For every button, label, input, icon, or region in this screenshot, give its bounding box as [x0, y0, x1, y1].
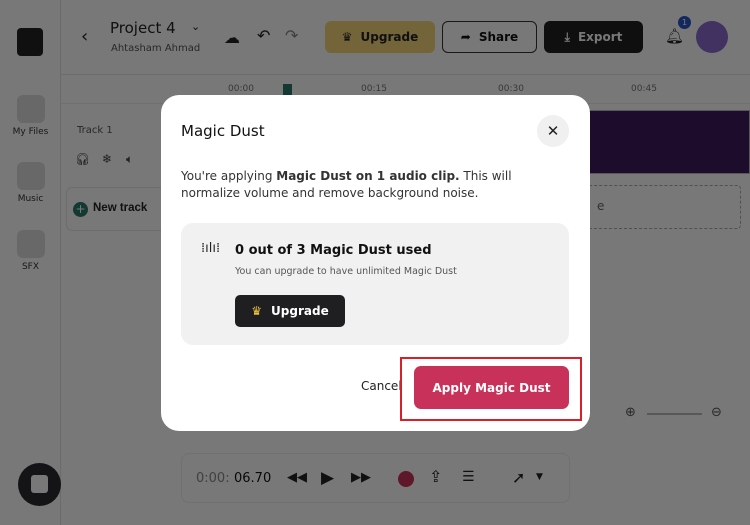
drop-zone-label: e: [597, 199, 605, 213]
owner-name: Ahtasham Ahmad: [111, 43, 201, 54]
chat-button[interactable]: [18, 463, 61, 506]
tick-label: 00:00: [228, 84, 254, 94]
undo-icon[interactable]: ↶: [257, 26, 270, 45]
sidebar-item-label: Music: [17, 194, 44, 204]
cloud-icon: ☁: [224, 28, 240, 47]
music-icon: [16, 162, 45, 190]
tick-label: 00:45: [631, 84, 657, 94]
app-logo[interactable]: [17, 28, 43, 56]
sidebar-item-label: SFX: [21, 262, 40, 272]
sidebar-item-label: My Files: [12, 127, 49, 137]
new-track-label: New track: [93, 202, 148, 214]
usage-title: 0 out of 3 Magic Dust used: [235, 243, 432, 258]
dialog-upgrade-button[interactable]: ♛ Upgrade: [235, 295, 345, 327]
upgrade-label: Upgrade: [271, 304, 329, 318]
sparkle-waveform-icon: ⁞ılı⁞: [201, 241, 221, 256]
chat-icon: [31, 475, 48, 493]
description-text: You're applying: [181, 169, 277, 183]
time-prefix: 0:00:: [196, 471, 230, 486]
zoom-in-icon[interactable]: ⊕: [625, 405, 636, 420]
share-button[interactable]: ➦ Share: [442, 21, 537, 53]
track-name: Track 1: [77, 125, 113, 136]
magic-dust-dialog: Magic Dust ✕ You're applying Magic Dust …: [161, 95, 590, 431]
apply-magic-dust-button[interactable]: Apply Magic Dust: [414, 366, 569, 409]
time-display: 06.70: [234, 471, 272, 486]
cursor-icon[interactable]: ➚: [512, 468, 525, 487]
rewind-icon[interactable]: ◀◀: [287, 470, 307, 485]
plus-icon: +: [73, 202, 88, 217]
zoom-slider[interactable]: [647, 413, 702, 415]
dialog-title: Magic Dust: [181, 122, 265, 140]
usage-subtitle: You can upgrade to have unlimited Magic …: [235, 266, 457, 277]
tick-label: 00:30: [498, 84, 524, 94]
sidebar: My Files Music SFX: [0, 0, 61, 525]
avatar[interactable]: [696, 21, 728, 53]
share-label: Share: [478, 30, 519, 44]
upgrade-label: Upgrade: [360, 30, 419, 44]
back-icon[interactable]: ‹: [81, 26, 88, 47]
snowflake-icon[interactable]: ❄: [102, 152, 112, 166]
caret-down-icon[interactable]: ▼: [536, 472, 543, 482]
crown-icon: ♛: [251, 304, 263, 318]
bell-icon[interactable]: 🔔︎: [665, 27, 684, 45]
project-title[interactable]: Project 4: [110, 19, 176, 37]
sidebar-item-sfx[interactable]: SFX: [0, 230, 61, 272]
close-icon: ✕: [546, 122, 560, 140]
sidebar-item-music[interactable]: Music: [0, 162, 61, 204]
mute-icon[interactable]: 🔈︎: [126, 152, 133, 167]
fast-forward-icon[interactable]: ▶▶: [351, 470, 371, 485]
description-bold: Magic Dust on 1 audio clip.: [276, 169, 460, 183]
play-icon[interactable]: ▶: [321, 468, 334, 488]
upload-icon[interactable]: ⇪: [429, 467, 442, 486]
dialog-description: You're applying Magic Dust on 1 audio cl…: [181, 168, 566, 202]
export-button[interactable]: ⤓ Export: [544, 21, 643, 53]
sidebar-item-my-files[interactable]: My Files: [0, 95, 61, 137]
download-icon: ⤓: [564, 29, 570, 44]
redo-icon[interactable]: ↷: [285, 26, 298, 45]
export-label: Export: [577, 30, 623, 44]
player-bar: 0:00: 06.70 ◀◀ ▶ ▶▶ ⇪ ☰ ➚ ▼: [181, 453, 570, 503]
upgrade-button[interactable]: ♛ Upgrade: [325, 21, 435, 53]
notification-badge: 1: [678, 16, 691, 29]
close-button[interactable]: ✕: [537, 115, 569, 147]
waveform-settings-icon[interactable]: ☰: [462, 469, 475, 485]
usage-card: ⁞ılı⁞ 0 out of 3 Magic Dust used You can…: [181, 223, 569, 345]
tick-label: 00:15: [361, 84, 387, 94]
wand-icon: [16, 230, 45, 258]
zoom-out-icon[interactable]: ⊖: [711, 405, 722, 420]
cancel-button[interactable]: Cancel: [361, 379, 402, 393]
file-icon: [16, 95, 45, 123]
header: ‹ Project 4 ⌄ Ahtasham Ahmad ☁ ↶ ↷ ♛ Upgr…: [61, 0, 750, 75]
headphones-icon[interactable]: 🎧︎: [75, 152, 90, 166]
share-icon: ➦: [460, 30, 471, 44]
apply-label: Apply Magic Dust: [432, 380, 551, 395]
chevron-down-icon[interactable]: ⌄: [191, 20, 200, 33]
record-button[interactable]: [398, 471, 414, 487]
crown-icon: ♛: [341, 30, 353, 44]
